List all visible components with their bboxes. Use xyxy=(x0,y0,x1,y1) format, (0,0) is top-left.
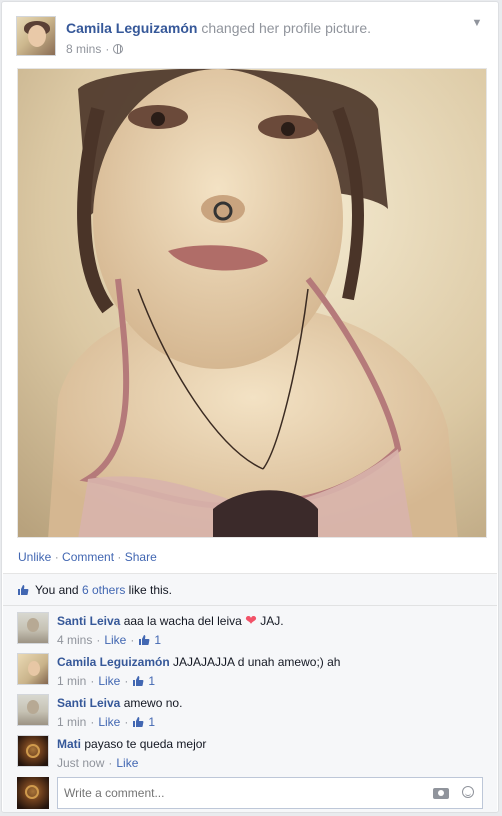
comment-item: Santi Leiva aaa la wacha del leiva ❤ JAJ… xyxy=(17,612,483,648)
comment-link[interactable]: Comment xyxy=(62,550,114,564)
share-link[interactable]: Share xyxy=(125,550,157,564)
story-action: changed her profile picture. xyxy=(201,20,372,36)
comment-like-count[interactable]: 1 xyxy=(154,633,161,647)
comment-meta: Just now · Like xyxy=(57,756,483,770)
meta-dot: · xyxy=(124,715,129,729)
likes-summary: You and 6 others like this. xyxy=(3,573,497,606)
avatar-face xyxy=(28,25,46,47)
story-title: Camila Leguizamón changed her profile pi… xyxy=(66,20,371,36)
comment-body: Mati payaso te queda mejor Just now · Li… xyxy=(57,737,483,770)
meta-separator: · xyxy=(105,42,110,56)
comment-like-link[interactable]: Like xyxy=(98,715,120,729)
input-icons xyxy=(433,786,477,800)
commenter-avatar[interactable] xyxy=(17,735,49,767)
chevron-down-icon[interactable]: ▼ xyxy=(470,16,484,30)
meta-dot: · xyxy=(124,674,129,688)
comment-text: payaso te queda mejor xyxy=(84,737,207,751)
thumbs-up-icon xyxy=(132,675,144,687)
comment-item: Camila Leguizamón JAJAJAJJA d unah amewo… xyxy=(17,653,483,689)
comment-item: Mati payaso te queda mejor Just now · Li… xyxy=(17,735,483,771)
comment-input[interactable] xyxy=(57,777,483,809)
likes-text: You and 6 others like this. xyxy=(35,583,172,597)
thumbs-up-icon xyxy=(17,584,29,596)
comment-text: JAJAJAJJA d unah amewo;) ah xyxy=(173,655,341,669)
thumbs-up-icon xyxy=(138,634,150,646)
feed-story: Camila Leguizamón changed her profile pi… xyxy=(1,1,499,813)
comment-meta: 1 min · Like · 1 xyxy=(57,674,483,688)
commenter-avatar[interactable] xyxy=(17,653,49,685)
comment-time[interactable]: Just now xyxy=(57,756,104,770)
commenter-avatar[interactable] xyxy=(17,694,49,726)
commenter-avatar[interactable] xyxy=(17,612,49,644)
likes-suffix: like this. xyxy=(125,582,172,597)
comment-line: Camila Leguizamón JAJAJAJJA d unah amewo… xyxy=(57,655,483,669)
comment-text: amewo no. xyxy=(123,696,183,710)
comment-like-count[interactable]: 1 xyxy=(148,715,155,729)
comment-like-link[interactable]: Like xyxy=(98,674,120,688)
meta-dot: · xyxy=(108,756,113,770)
story-actions: Unlike · Comment · Share xyxy=(18,550,157,564)
heart-icon: ❤ xyxy=(245,612,257,628)
emoji-icon[interactable] xyxy=(461,786,477,800)
comment-text-tail: JAJ. xyxy=(256,614,284,628)
meta-dot: · xyxy=(90,674,95,688)
write-comment-row xyxy=(17,777,483,811)
camera-icon[interactable] xyxy=(433,786,449,800)
comment-line: Mati payaso te queda mejor xyxy=(57,737,483,751)
meta-dot: · xyxy=(90,715,95,729)
author-name[interactable]: Camila Leguizamón xyxy=(66,20,197,36)
comment-time[interactable]: 1 min xyxy=(57,674,86,688)
comment-meta: 4 mins · Like · 1 xyxy=(57,633,483,647)
commenter-name[interactable]: Santi Leiva xyxy=(57,614,120,628)
comment-time[interactable]: 4 mins xyxy=(57,633,92,647)
action-sep: · xyxy=(51,550,63,564)
globe-icon[interactable] xyxy=(113,44,124,54)
likes-you: You and xyxy=(35,582,82,597)
photo-illustration xyxy=(18,69,486,537)
comment-meta: 1 min · Like · 1 xyxy=(57,715,483,729)
likes-others-link[interactable]: 6 others xyxy=(82,583,125,597)
comment-item: Santi Leiva amewo no. 1 min · Like · 1 xyxy=(17,694,483,730)
unlike-link[interactable]: Unlike xyxy=(18,550,51,564)
comment-text: aaa la wacha del leiva xyxy=(123,614,242,628)
comment-body: Camila Leguizamón JAJAJAJJA d unah amewo… xyxy=(57,655,483,688)
commenter-name[interactable]: Camila Leguizamón xyxy=(57,655,170,669)
comment-like-link[interactable]: Like xyxy=(104,633,126,647)
profile-photo[interactable] xyxy=(17,68,487,538)
viewer-avatar xyxy=(17,777,49,809)
commenter-name[interactable]: Santi Leiva xyxy=(57,696,120,710)
comment-line: Santi Leiva aaa la wacha del leiva ❤ JAJ… xyxy=(57,612,483,628)
story-meta: 8 mins · xyxy=(66,42,124,56)
story-time[interactable]: 8 mins xyxy=(66,42,101,56)
thumbs-up-icon xyxy=(132,716,144,728)
comment-line: Santi Leiva amewo no. xyxy=(57,696,483,710)
meta-dot: · xyxy=(130,633,135,647)
comment-time[interactable]: 1 min xyxy=(57,715,86,729)
comment-like-link[interactable]: Like xyxy=(116,756,138,770)
comment-body: Santi Leiva aaa la wacha del leiva ❤ JAJ… xyxy=(57,612,483,647)
comment-body: Santi Leiva amewo no. 1 min · Like · 1 xyxy=(57,696,483,729)
comment-like-count[interactable]: 1 xyxy=(148,674,155,688)
action-sep: · xyxy=(114,550,125,564)
story-header: Camila Leguizamón changed her profile pi… xyxy=(16,16,484,60)
meta-dot: · xyxy=(96,633,101,647)
author-avatar[interactable] xyxy=(16,16,56,56)
comments-section: Santi Leiva aaa la wacha del leiva ❤ JAJ… xyxy=(3,606,497,812)
commenter-name[interactable]: Mati xyxy=(57,737,81,751)
